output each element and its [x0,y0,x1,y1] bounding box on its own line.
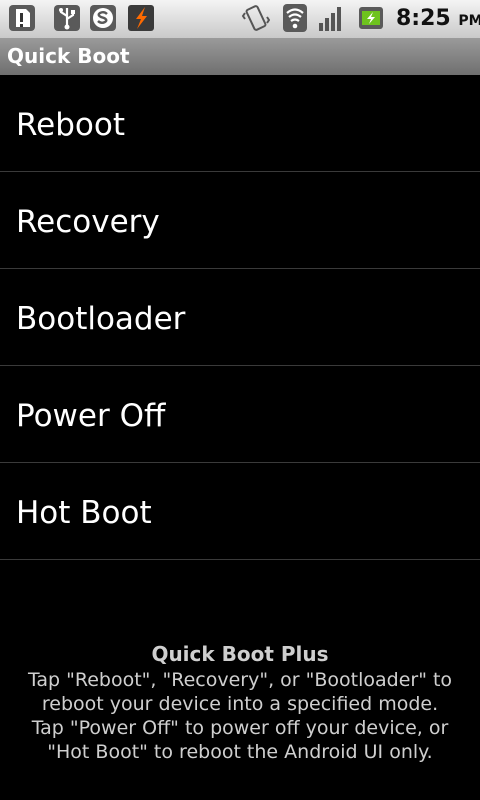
vibrate-icon [241,5,270,31]
menu-item-label: Power Off [16,398,166,434]
footer-line: reboot your device into a specified mode… [41,693,439,715]
menu-item-reboot[interactable]: Reboot [0,75,480,172]
menu-item-power-off[interactable]: Power Off [0,366,480,463]
menu-item-label: Recovery [16,204,160,240]
skype-icon [90,5,116,31]
footer-line: "Hot Boot" to reboot the Android UI only… [47,741,433,763]
app-description: Quick Boot Plus Tap "Reboot", "Recovery"… [0,640,480,764]
footer-line: Tap "Power Off" to power off your device… [31,717,449,739]
status-bar: 8:25 PM [0,0,480,38]
boot-options-list: Reboot Recovery Bootloader Power Off Hot… [0,75,480,560]
menu-item-label: Hot Boot [16,495,152,531]
battery-charging-icon [359,7,383,29]
app-title: Quick Boot [7,44,130,68]
signal-icon [319,7,341,31]
menu-item-hot-boot[interactable]: Hot Boot [0,463,480,560]
title-bar: Quick Boot [0,38,480,75]
footer-title: Quick Boot Plus [151,642,329,666]
lightning-app-icon [128,5,154,31]
status-time-ampm: PM [458,13,480,29]
menu-item-bootloader[interactable]: Bootloader [0,269,480,366]
footer-line: Tap "Reboot", "Recovery", or "Bootloader… [27,669,453,691]
wifi-icon [283,4,307,32]
usb-icon [54,5,80,31]
status-time: 8:25 PM [396,4,480,36]
menu-item-label: Bootloader [16,301,186,337]
sd-card-warning-icon [9,5,35,31]
menu-item-recovery[interactable]: Recovery [0,172,480,269]
menu-item-label: Reboot [16,107,125,143]
status-time-value: 8:25 [396,6,451,31]
